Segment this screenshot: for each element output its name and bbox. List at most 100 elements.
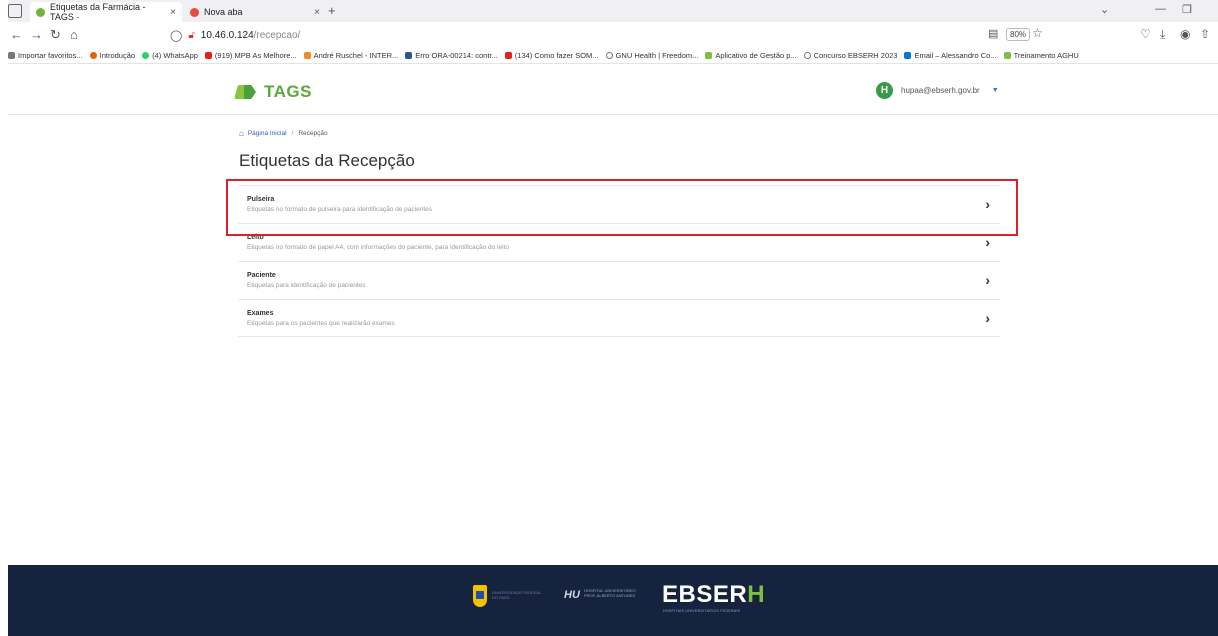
university-crest-icon [473,585,487,607]
list-item-paciente[interactable]: Paciente Etiquetas para identificação de… [238,261,1000,299]
restore-icon[interactable]: ❐ [1182,3,1192,16]
bookmark-label: (134) Como fazer SOM... [514,51,599,60]
bookmark-label: Email – Alessandro Co... [914,51,997,60]
insecure-lock-icon[interactable]: 🔓︎ [188,30,194,41]
url-bar[interactable]: ◯ 🔓︎ 10.46.0.124 /recepcao/ [170,25,990,45]
browser-nav-bar: ← → ↻ ⌂ ◯ 🔓︎ 10.46.0.124 /recepcao/ ▤ 80… [8,22,1218,48]
bookmark-label: Concurso EBSERH 2023 [813,51,898,60]
bookmark-item[interactable]: (4) WhatsApp [142,51,198,60]
bookmark-item[interactable]: Treinamento AGHU [1003,51,1079,60]
bookmark-site-icon [405,52,413,59]
ebserh-logo-main: EBSER [662,581,748,608]
globe-icon [803,52,811,59]
bookmark-item[interactable]: (919) MPB As Melhore... [204,51,297,60]
bookmark-label: Introdução [99,51,136,60]
tag-icon [234,84,258,100]
chevron-right-icon: › [985,234,990,250]
bookmark-item[interactable]: Email – Alessandro Co... [904,51,997,60]
breadcrumb-current: Recepção [298,130,328,137]
browser-tab-bar: Etiquetas da Farmácia - TAGS · × Nova ab… [8,0,1218,22]
pocket-icon[interactable]: ♡ [1140,27,1151,41]
bookmark-label: André Ruschel - INTER... [313,51,399,60]
list-tabs-icon[interactable]: ⌄ [1100,3,1109,16]
tags-logo[interactable]: TAGS [234,82,312,102]
breadcrumb: ⌂ Página Inicial / Recepção [239,129,328,138]
university-name: UNIVERSIDADE FEDERAL DO PARÁ [492,590,542,600]
chevron-right-icon: › [985,310,990,326]
tags-icon [705,52,713,59]
item-description: Etiquetas para identificação de paciente… [247,282,366,289]
tags-favicon-icon [36,7,45,17]
bookmark-label: GNU Health | Freedom... [615,51,699,60]
footer: UNIVERSIDADE FEDERAL DO PARÁ HU HOSPITAL… [8,565,1218,636]
youtube-icon [204,52,212,59]
logo-text: TAGS [264,82,312,101]
home-icon[interactable]: ⌂ [70,27,78,42]
ebserh-logo: EBSERH [662,581,765,609]
bookmark-label: Importar favoritos... [18,51,83,60]
bookmark-item[interactable]: André Ruschel - INTER... [303,51,399,60]
youtube-icon [504,52,512,59]
account-icon[interactable]: ◉ [1180,27,1190,41]
web-page: TAGS H hupaa@ebserh.gov.br ▼ ⌂ Página In… [8,65,1218,636]
bookmark-item[interactable]: Aplicativo de Gestão p... [705,51,797,60]
chevron-down-icon[interactable]: ▼ [992,87,999,94]
extensions-icon[interactable]: ⇧ [1200,27,1210,41]
tab-label: Nova aba [204,7,243,17]
whatsapp-icon [142,52,150,59]
breadcrumb-home[interactable]: Página Inicial [248,130,287,137]
bookmarks-bar: Importar favoritos... Introdução (4) Wha… [8,48,1218,64]
item-description: Etiquetas no formato de papel A4, com in… [247,244,509,251]
reader-view-icon[interactable]: ▤ [988,27,998,40]
item-description: Etiquetas para os pacientes que realizar… [247,320,395,327]
tracking-shield-icon[interactable]: ◯ [170,29,182,42]
item-title: Paciente [247,272,276,279]
firefox-icon [89,52,97,59]
bookmark-item[interactable]: (134) Como fazer SOM... [504,51,599,60]
new-tab-icon[interactable]: + [328,3,336,18]
bookmark-item[interactable]: Importar favoritos... [8,51,83,60]
list-item-exames[interactable]: Exames Etiquetas para os pacientes que r… [238,299,1000,337]
bookmark-label: (4) WhatsApp [152,51,198,60]
bookmark-item[interactable]: Concurso EBSERH 2023 [803,51,898,60]
bookmark-label: Treinamento AGHU [1013,51,1079,60]
forward-icon[interactable]: → [30,27,43,42]
firefox-favicon-icon [190,7,199,17]
hospital-logo: HU [564,589,580,601]
app-header: TAGS H hupaa@ebserh.gov.br ▼ [8,65,1218,115]
user-email: hupaa@ebserh.gov.br [901,86,980,95]
close-tab-icon[interactable]: × [314,7,320,18]
url-path: /recepcao/ [253,29,301,41]
tab-label: Etiquetas da Farmácia - TAGS · [50,2,146,22]
bookmark-label: Aplicativo de Gestão p... [715,51,797,60]
downloads-icon[interactable]: ⤓ [1160,27,1165,42]
chevron-right-icon: › [985,272,990,288]
bookmark-item[interactable]: GNU Health | Freedom... [605,51,699,60]
hospital-name: HOSPITAL UNIVERSITÁRIO PROF. ALBERTO ANT… [584,588,636,598]
tab-overview-icon[interactable] [8,4,22,18]
bookmark-star-icon[interactable]: ☆ [1032,26,1043,40]
home-icon[interactable]: ⌂ [239,129,244,138]
tab-etiquetas[interactable]: Etiquetas da Farmácia - TAGS · × [30,2,182,22]
ebserh-tagline: HOSPITAIS UNIVERSITÁRIOS FEDERAIS [663,609,741,613]
avatar: H [876,82,893,99]
item-title: Exames [247,310,274,317]
close-tab-icon[interactable]: × [170,7,176,18]
bookmark-label: (919) MPB As Melhore... [214,51,297,60]
user-menu[interactable]: H hupaa@ebserh.gov.br ▼ [876,82,999,99]
bookmark-label: Erro ORA-00214: contr... [415,51,498,60]
import-icon [8,52,15,59]
url-host: 10.46.0.124 [200,29,254,41]
breadcrumb-separator: / [291,130,294,137]
reload-icon[interactable]: ↻ [50,27,61,43]
back-icon[interactable]: ← [10,27,23,42]
outlook-icon [904,52,912,59]
tab-nova-aba[interactable]: Nova aba × [184,2,326,22]
ebserh-logo-h: H [747,581,766,608]
bookmark-item[interactable]: Introdução [89,51,136,60]
zoom-level[interactable]: 80% [1006,28,1031,41]
bookmark-item[interactable]: Erro ORA-00214: contr... [405,51,498,60]
highlight-box [226,179,1018,236]
minimize-icon[interactable]: — [1155,3,1166,15]
tags-icon [1003,52,1011,59]
